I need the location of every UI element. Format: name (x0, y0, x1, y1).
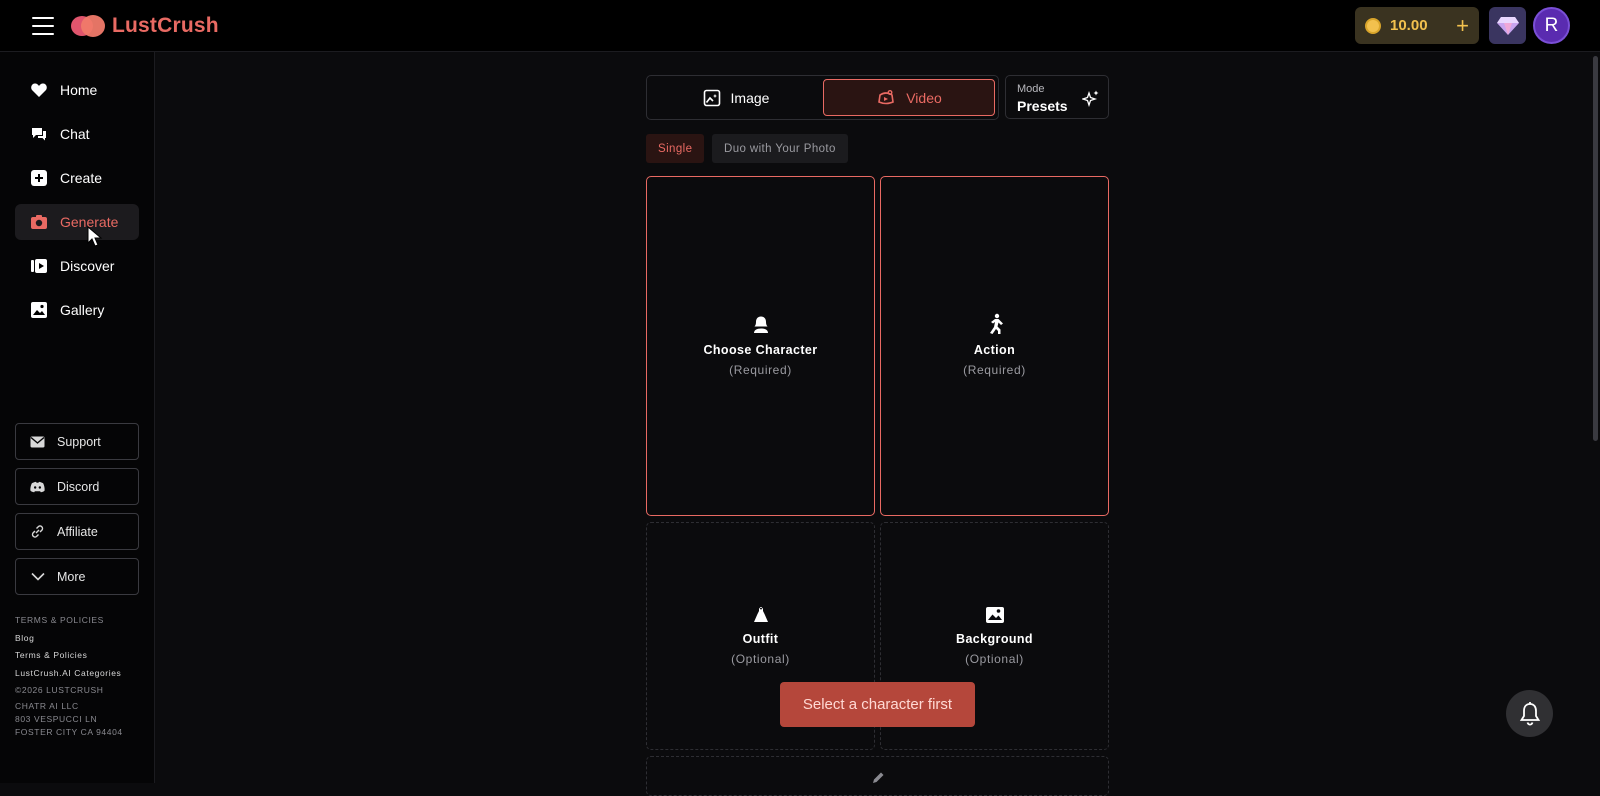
page-scrollbar[interactable] (1590, 52, 1600, 783)
top-bar: LustCrush 10.00 + R (0, 0, 1600, 52)
action-card[interactable]: Action (Required) (880, 176, 1109, 516)
terms-link[interactable]: Terms & Policies (15, 647, 150, 665)
sidebar-item-discover[interactable]: Discover (15, 248, 139, 284)
image-icon (985, 607, 1004, 623)
sidebar-item-home[interactable]: Home (15, 72, 139, 108)
action-title: Action (973, 343, 1016, 357)
select-character-button[interactable]: Select a character first (780, 682, 975, 727)
discord-button[interactable]: Discord (15, 468, 139, 505)
prompt-card[interactable] (646, 756, 1109, 796)
choose-character-card[interactable]: Choose Character (Required) (646, 176, 875, 516)
terms-heading: TERMS & POLICIES (15, 615, 104, 625)
camera-icon (30, 213, 48, 231)
blog-link[interactable]: Blog (15, 630, 150, 648)
coin-balance: 10.00 (1390, 17, 1428, 34)
running-person-icon (989, 313, 1003, 334)
add-coins-icon[interactable]: + (1456, 14, 1469, 37)
choose-character-title: Choose Character (703, 343, 818, 357)
brand-name: LustCrush (112, 14, 219, 37)
company-address: CHATR AI LLC 803 VESPUCCI LN FOSTER CITY… (15, 700, 123, 739)
sidebar-item-gallery[interactable]: Gallery (15, 292, 139, 328)
scrollbar-thumb[interactable] (1593, 56, 1598, 441)
user-avatar[interactable]: R (1533, 7, 1570, 44)
tab-image-label: Image (730, 89, 770, 106)
person-icon (753, 316, 768, 333)
bell-icon (1519, 701, 1540, 726)
background-title: Background (956, 632, 1033, 646)
discover-play-icon (30, 257, 48, 275)
sidebar-item-label: Create (60, 170, 103, 186)
sidebar: Home Chat Create Generate Discover Galle… (0, 52, 155, 783)
coin-balance-button[interactable]: 10.00 + (1355, 7, 1479, 44)
company-name: CHATR AI LLC (15, 701, 79, 711)
categories-link[interactable]: LustCrush.AI Categories (15, 665, 150, 683)
mode-toggle: Image Video (646, 75, 999, 120)
sidebar-item-generate[interactable]: Generate (15, 204, 139, 240)
mouse-cursor-icon (87, 225, 103, 253)
sparkles-icon (1080, 89, 1100, 112)
copyright: ©2026 LUSTCRUSH (15, 685, 104, 695)
gallery-icon (30, 301, 48, 319)
sidebar-item-label: Gallery (60, 302, 105, 318)
action-sub: (Required) (963, 363, 1026, 377)
background-sub: (Optional) (965, 652, 1024, 666)
notifications-button[interactable] (1506, 690, 1553, 737)
company-city: FOSTER CITY CA 94404 (15, 727, 123, 737)
outfit-title: Outfit (742, 632, 779, 646)
sidebar-item-label: Discover (60, 258, 115, 274)
tab-duo-with-photo[interactable]: Duo with Your Photo (712, 134, 848, 163)
diamond-icon (1496, 16, 1519, 35)
footer-links: TERMS & POLICIES Blog Terms & Policies L… (15, 612, 150, 700)
image-mode-icon (703, 89, 720, 106)
sidebar-item-chat[interactable]: Chat (15, 116, 139, 152)
tab-video[interactable]: Video (823, 79, 995, 116)
discord-icon (30, 479, 45, 494)
sidebar-item-create[interactable]: Create (15, 160, 139, 196)
affiliate-button[interactable]: Affiliate (15, 513, 139, 550)
menu-icon[interactable] (32, 17, 54, 35)
support-label: Support (57, 434, 101, 449)
mail-icon (30, 434, 45, 449)
heart-icon (30, 81, 48, 99)
brand-logo[interactable]: LustCrush (70, 12, 219, 40)
company-street: 803 VESPUCCI LN (15, 714, 98, 724)
mode-presets-button[interactable]: Mode Presets (1005, 75, 1109, 119)
premium-gem-button[interactable] (1489, 7, 1526, 44)
plus-square-icon (30, 169, 48, 187)
discord-label: Discord (57, 479, 100, 494)
choose-character-sub: (Required) (729, 363, 792, 377)
chevron-down-icon (30, 569, 45, 584)
tab-video-label: Video (906, 89, 942, 106)
presets-caption: Mode (1017, 83, 1045, 95)
affiliate-label: Affiliate (57, 524, 98, 539)
lips-logo-icon (71, 15, 105, 37)
link-icon (30, 524, 45, 539)
coin-icon (1365, 17, 1381, 34)
outfit-sub: (Optional) (731, 652, 790, 666)
sidebar-item-label: Chat (60, 126, 90, 142)
tab-single[interactable]: Single (646, 134, 705, 163)
presets-value: Presets (1017, 98, 1068, 114)
more-label: More (57, 569, 86, 584)
sidebar-item-label: Home (60, 82, 98, 98)
dress-icon (753, 606, 768, 622)
support-button[interactable]: Support (15, 423, 139, 460)
tab-image[interactable]: Image (650, 79, 822, 116)
more-button[interactable]: More (15, 558, 139, 595)
chat-icon (30, 125, 48, 143)
video-mode-icon (878, 89, 895, 104)
